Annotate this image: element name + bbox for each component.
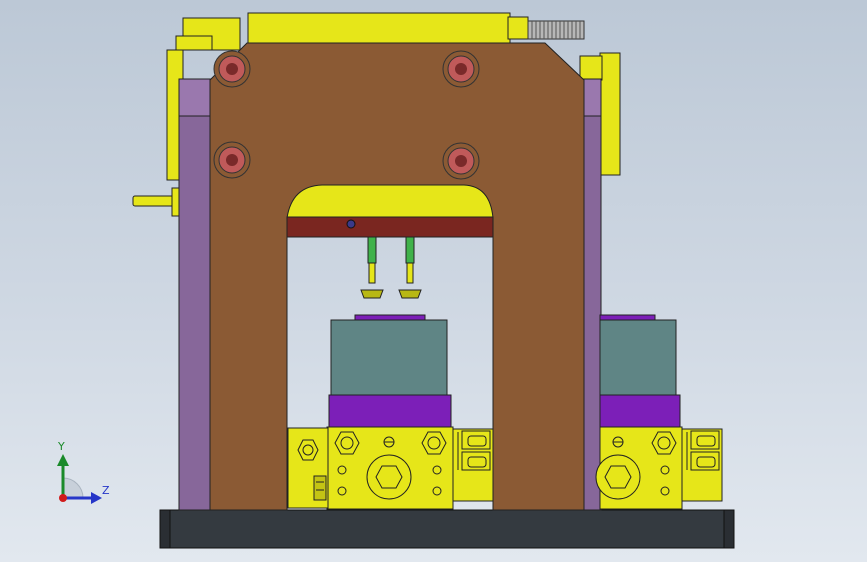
punch-holder-plate [286,216,494,238]
base-plate-left-step [159,509,171,549]
base-plate [159,509,735,549]
socket-bolt-mid-right [442,142,480,180]
die-block-right [599,319,677,397]
left-guide-post [178,115,212,511]
top-plate [247,12,511,44]
axis-y-arrowhead-icon [57,454,69,466]
base-plate-right-step [723,509,735,549]
socket-bolt-top-left [213,50,251,88]
socket-bolt-top-right [442,50,480,88]
left-guide-post-cap [178,78,212,117]
socket-bolt-mid-left [213,141,251,179]
dowel-hole [346,219,356,229]
axis-y-label: Y [58,440,65,453]
punch-right [398,236,422,299]
die-pad-center [328,394,452,428]
right-side-block [599,52,621,176]
die-block-center [330,319,448,397]
axis-z-arrowhead-icon [91,492,102,504]
mold-assembly-model[interactable] [0,0,867,562]
punch-left [360,236,384,299]
cad-viewport[interactable]: Y Z [0,0,867,562]
axis-z-label: Z [102,484,110,497]
die-pad-right [599,394,681,428]
axis-x-origin-icon [59,494,67,502]
arch-insert [286,184,494,219]
coordinate-triad: Y Z [48,440,118,510]
left-side-tab [175,35,213,51]
top-right-block [507,16,529,40]
threaded-screw [527,20,585,40]
right-side-tab [579,55,603,81]
